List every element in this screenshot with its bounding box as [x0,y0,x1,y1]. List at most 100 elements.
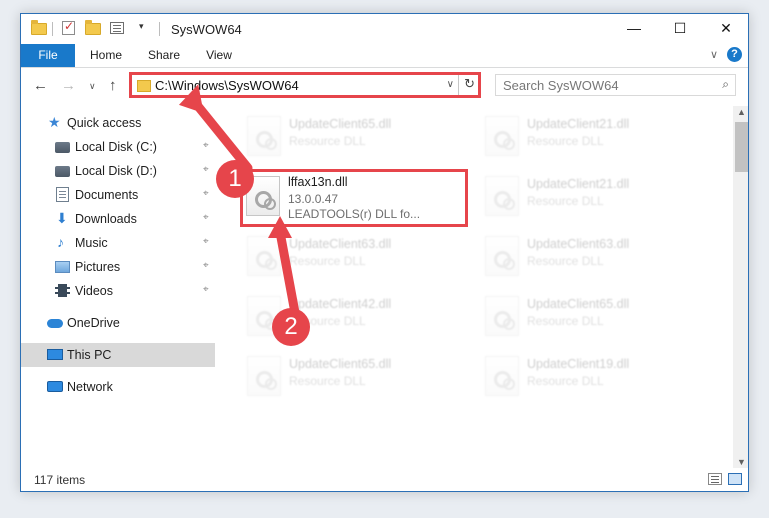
star-icon: ★ [48,114,61,130]
sidebar-item-label: Local Disk (C:) [75,140,157,154]
file-name: UpdateClient21.dll [527,117,630,131]
documents-icon [56,187,69,202]
scroll-down-icon[interactable]: ▼ [737,457,746,467]
up-arrow-icon[interactable]: ↑ [109,77,117,94]
file-item[interactable]: UpdateClient63.dll Resource DLL [241,230,466,284]
file-type: Resource DLL [527,314,604,328]
file-name: UpdateClient21.dll [527,177,630,191]
quick-access-dropdown-icon[interactable]: ▾ [139,21,144,32]
search-placeholder: Search SysWOW64 [503,78,619,93]
scroll-up-icon[interactable]: ▲ [737,107,746,117]
file-type: Resource DLL [527,374,604,388]
navigation-pane: ★ Quick access Local Disk (C:) ⌖ Local D… [21,106,215,468]
sidebar-item-this-pc[interactable]: This PC [21,343,215,367]
back-arrow-icon[interactable]: ← [33,77,48,94]
new-folder-icon[interactable] [85,20,101,36]
title-bar: ▾ SysWOW64 — ☐ ✕ [21,14,748,44]
sidebar-item-local-disk-d[interactable]: Local Disk (D:) ⌖ [21,159,215,183]
file-item[interactable]: UpdateClient65.dll Resource DLL [241,350,466,404]
pin-icon[interactable]: ⌖ [203,212,209,223]
tab-home[interactable]: Home [81,44,131,67]
minimize-button[interactable]: — [611,14,657,42]
file-type: Resource DLL [527,254,604,268]
sidebar-item-local-disk-c[interactable]: Local Disk (C:) ⌖ [21,135,215,159]
address-path[interactable]: C:\Windows\SysWOW64 [155,78,299,93]
sidebar-item-label: Quick access [67,116,142,130]
address-bar[interactable]: C:\Windows\SysWOW64 ∨ ↻ [129,72,481,98]
file-item[interactable]: UpdateClient65.dll Resource DLL [479,290,704,344]
properties-check-icon[interactable] [61,19,77,36]
dll-file-icon [485,356,519,396]
tab-view[interactable]: View [197,44,241,67]
cloud-icon [47,319,63,328]
explorer-window: ▾ SysWOW64 — ☐ ✕ File Home Share View ∨ … [20,13,749,492]
sidebar-item-downloads[interactable]: ⬇ Downloads ⌖ [21,207,215,231]
tab-file[interactable]: File [21,44,75,67]
pin-icon[interactable]: ⌖ [203,260,209,271]
disk-icon [55,166,70,177]
address-divider [458,75,459,95]
pictures-icon [55,261,70,273]
tab-share[interactable]: Share [141,44,187,67]
recent-locations-icon[interactable]: ∨ [89,81,96,92]
address-dropdown-icon[interactable]: ∨ [447,79,454,90]
file-type: Resource DLL [289,134,366,148]
maximize-button[interactable]: ☐ [657,14,703,42]
pin-icon[interactable]: ⌖ [203,140,209,151]
title-divider [159,22,160,36]
vertical-scrollbar[interactable]: ▲ ▼ [733,106,748,468]
step-2-badge: 2 [272,308,310,346]
file-item[interactable]: UpdateClient63.dll Resource DLL [479,230,704,284]
pin-icon[interactable]: ⌖ [203,284,209,295]
disk-icon [55,142,70,153]
highlighted-dll-file[interactable]: lffax13n.dll 13.0.0.47 LEADTOOLS(r) DLL … [240,169,468,227]
dll-file-icon [485,236,519,276]
sidebar-item-pictures[interactable]: Pictures ⌖ [21,255,215,279]
music-icon: ♪ [57,234,64,250]
dll-file-icon [247,356,281,396]
sidebar-item-label: Network [67,380,113,394]
sidebar-item-label: This PC [67,348,112,362]
step-1-badge: 1 [216,160,254,198]
sidebar-item-label: Documents [75,188,139,202]
sidebar-item-documents[interactable]: Documents ⌖ [21,183,215,207]
close-button[interactable]: ✕ [703,14,748,42]
sidebar-item-quick-access[interactable]: ★ Quick access [21,111,215,135]
refresh-icon[interactable]: ↻ [464,76,475,92]
sidebar-item-label: Music [75,236,108,250]
dll-file-icon [485,116,519,156]
file-name: UpdateClient65.dll [527,297,630,311]
file-item[interactable]: UpdateClient65.dll Resource DLL [241,110,466,164]
details-view-icon[interactable] [708,473,722,485]
forward-arrow-icon[interactable]: → [61,77,76,94]
pin-icon[interactable]: ⌖ [203,236,209,247]
sidebar-item-label: OneDrive [67,316,120,330]
scroll-thumb[interactable] [735,122,748,172]
search-icon[interactable]: ⌕ [722,77,729,92]
dll-file-icon [485,296,519,336]
search-input[interactable]: Search SysWOW64 ⌕ [495,74,736,96]
dll-file-icon [247,116,281,156]
sidebar-item-music[interactable]: ♪ Music ⌖ [21,231,215,255]
pin-icon[interactable]: ⌖ [203,164,209,175]
help-icon[interactable]: ? [727,47,742,62]
folder-icon [31,20,47,36]
videos-icon [55,284,70,297]
sidebar-item-videos[interactable]: Videos ⌖ [21,279,215,303]
file-item[interactable]: UpdateClient21.dll Resource DLL [479,110,704,164]
file-description: LEADTOOLS(r) DLL fo... [288,207,421,221]
file-list: UpdateClient65.dll Resource DLL UpdateCl… [233,106,733,466]
customize-toolbar-icon[interactable] [109,20,125,36]
pin-icon[interactable]: ⌖ [203,188,209,199]
file-item[interactable]: UpdateClient21.dll Resource DLL [479,170,704,224]
folder-icon [137,80,151,92]
computer-icon [47,349,63,360]
download-icon: ⬇ [56,210,68,226]
file-name: UpdateClient65.dll [289,117,392,131]
sidebar-item-network[interactable]: Network [21,375,215,399]
file-item[interactable]: UpdateClient19.dll Resource DLL [479,350,704,404]
file-name: UpdateClient19.dll [527,357,630,371]
ribbon-collapse-icon[interactable]: ∨ [710,48,718,61]
large-icons-view-icon[interactable] [728,473,742,485]
sidebar-item-onedrive[interactable]: OneDrive [21,311,215,335]
